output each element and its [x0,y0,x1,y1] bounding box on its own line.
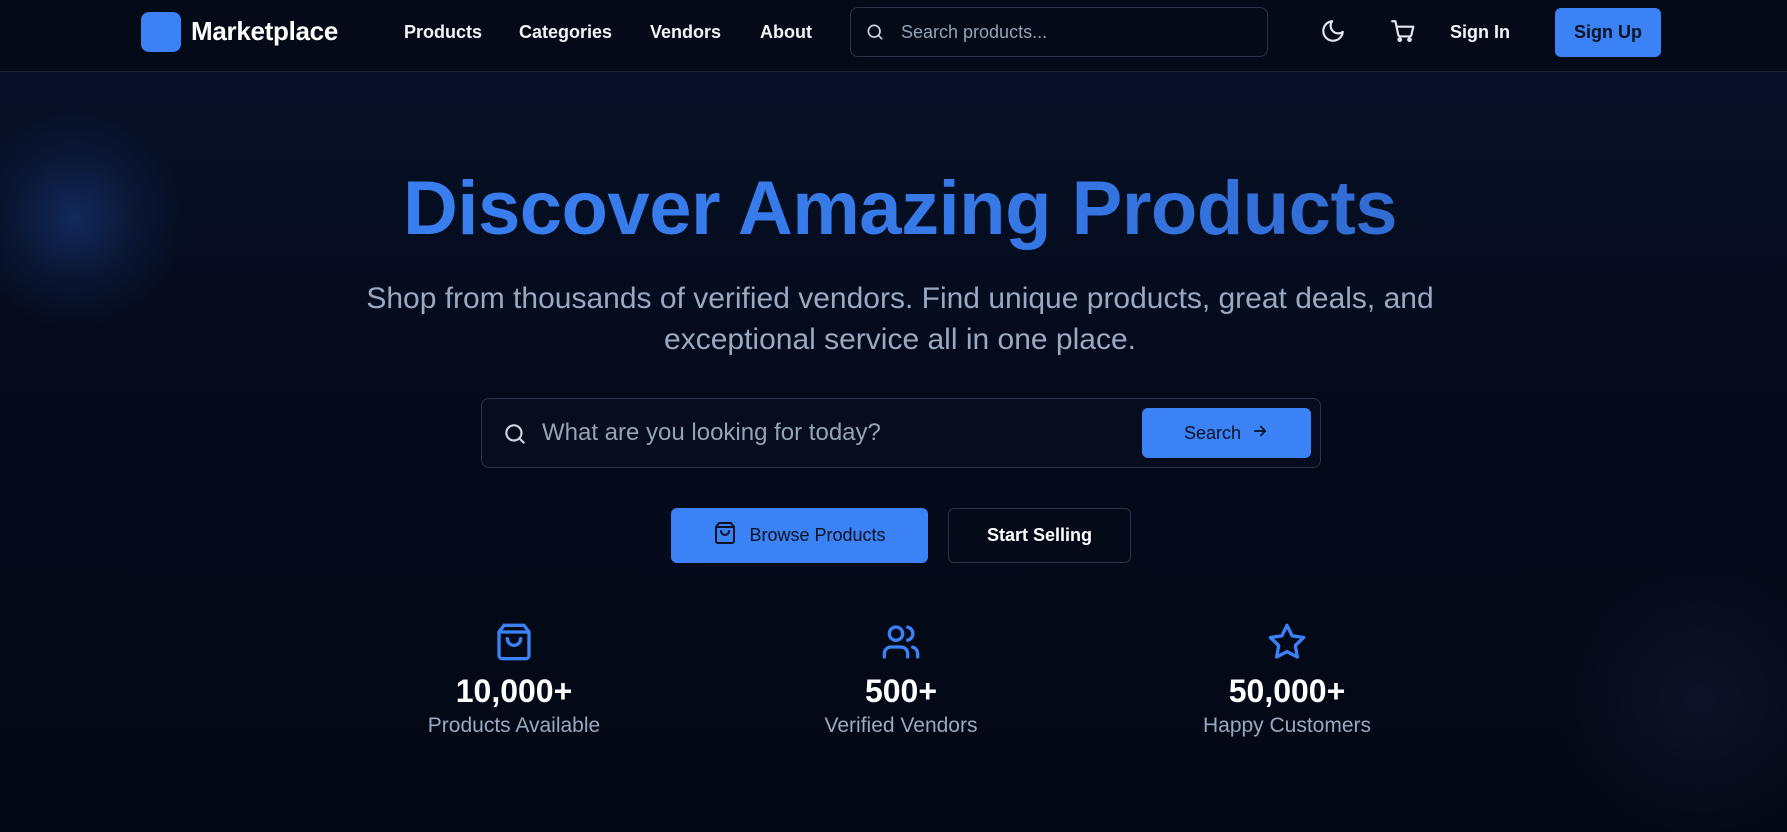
star-icon [1137,622,1437,667]
nav-products[interactable]: Products [404,22,482,43]
shopping-bag-icon [713,521,737,550]
stat-label: Products Available [427,714,601,737]
nav-vendors[interactable]: Vendors [650,22,721,43]
stat-products: 10,000+ Products Available [364,622,664,738]
search-icon [865,22,885,47]
hero-search-button-label: Search [1183,422,1242,443]
hero-subtitle: Shop from thousands of verified vendors.… [366,282,1434,356]
browse-products-button[interactable]: Browse Products [671,508,928,563]
logo-mark[interactable] [141,12,181,52]
header-search [850,7,1268,57]
hero-search-button[interactable]: Search [1142,408,1311,458]
hero-search-input[interactable] [542,415,1102,451]
search-icon [502,421,528,452]
hero-title: Discover Amazing Products [0,165,1787,252]
sign-up-button[interactable]: Sign Up [1555,8,1661,57]
stat-value: 50,000+ [1228,673,1346,709]
logo-text[interactable]: Marketplace [191,16,338,47]
nav-about[interactable]: About [760,22,812,43]
start-selling-button[interactable]: Start Selling [948,508,1131,563]
stat-label: Happy Customers [1202,714,1372,737]
dark-mode-toggle-icon[interactable] [1320,18,1348,46]
arrow-right-icon [1251,422,1269,445]
hero-search: Search [481,398,1321,468]
shopping-bag-icon [364,622,664,667]
browse-products-label: Browse Products [749,525,886,545]
stat-value: 500+ [864,673,938,709]
stat-vendors: 500+ Verified Vendors [751,622,1051,738]
header-search-input[interactable] [901,16,1251,48]
stat-label: Verified Vendors [824,714,978,737]
stat-value: 10,000+ [455,673,573,709]
users-icon [751,622,1051,667]
stat-customers: 50,000+ Happy Customers [1137,622,1437,738]
nav-categories[interactable]: Categories [519,22,612,43]
sign-in-link[interactable]: Sign In [1450,22,1510,43]
cart-icon[interactable] [1390,18,1418,46]
top-navbar: Marketplace Products Categories Vendors … [0,0,1787,72]
